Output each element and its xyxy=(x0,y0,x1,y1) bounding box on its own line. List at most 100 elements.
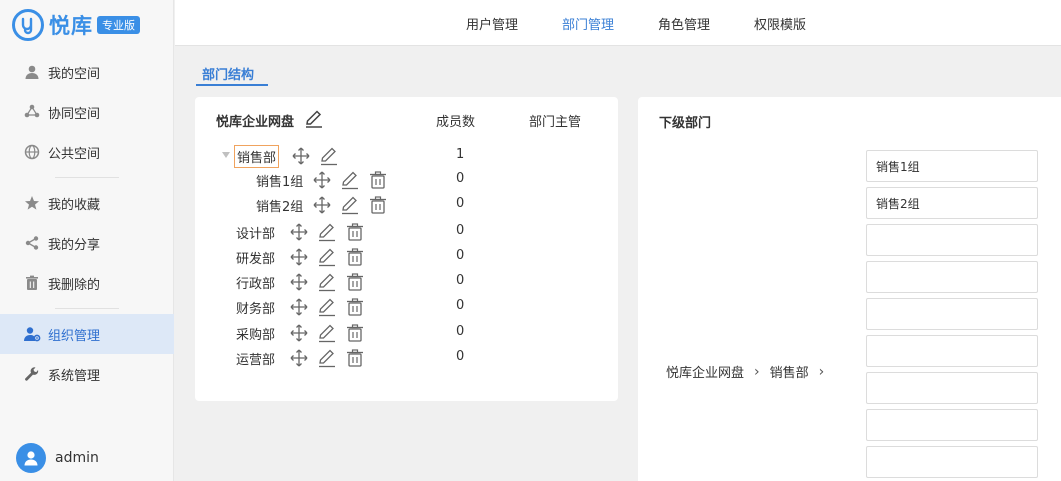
move-icon[interactable] xyxy=(289,323,309,343)
org-user-icon xyxy=(23,325,41,343)
row-actions xyxy=(289,323,373,343)
sidebar-item-label: 公共空间 xyxy=(48,146,101,162)
delete-icon[interactable] xyxy=(345,323,365,343)
dept-row[interactable]: 销售部 xyxy=(234,144,347,168)
subdept-name-input[interactable] xyxy=(866,409,1038,441)
subdept-name-input[interactable] xyxy=(866,150,1038,182)
tab-user-management[interactable]: 用户管理 xyxy=(466,14,518,33)
trash-icon xyxy=(23,274,41,292)
move-icon[interactable] xyxy=(289,272,309,292)
sidebar-item-org-management[interactable]: 组织管理 xyxy=(0,314,174,354)
star-icon xyxy=(23,194,41,212)
move-icon[interactable] xyxy=(289,348,309,368)
dept-name[interactable]: 销售1组 xyxy=(254,170,305,191)
member-count: 0 xyxy=(456,349,465,364)
row-actions xyxy=(289,297,373,317)
dept-name[interactable]: 运营部 xyxy=(234,348,277,369)
sidebar-nav: 我的空间 协同空间 公共空间 我的收藏 我的分享 我删除的 组织管理 系统管理 xyxy=(0,52,174,394)
move-icon[interactable] xyxy=(289,222,309,242)
chevron-right-icon: › xyxy=(754,363,760,380)
col-manager-header: 部门主管 xyxy=(529,115,582,130)
dept-row[interactable]: 销售2组 xyxy=(254,194,396,216)
dept-name[interactable]: 采购部 xyxy=(234,323,277,344)
sidebar-item-deleted[interactable]: 我删除的 xyxy=(0,263,174,303)
subtab-dept-structure[interactable]: 部门结构 xyxy=(202,64,254,83)
sidebar-item-label: 我的收藏 xyxy=(48,197,101,213)
top-tabs: 用户管理 部门管理 角色管理 权限模版 xyxy=(175,0,1061,46)
divider xyxy=(55,308,119,309)
tab-role-management[interactable]: 角色管理 xyxy=(658,14,710,33)
edit-icon[interactable] xyxy=(319,146,339,166)
sidebar-item-system-management[interactable]: 系统管理 xyxy=(0,354,174,394)
dept-row[interactable]: 财务部 xyxy=(234,296,373,318)
row-actions xyxy=(312,170,396,190)
logo[interactable]: 悦库 专业版 xyxy=(12,8,140,42)
move-icon[interactable] xyxy=(289,297,309,317)
member-count: 0 xyxy=(456,196,465,211)
edit-icon[interactable] xyxy=(317,222,337,242)
sidebar-item-favorites[interactable]: 我的收藏 xyxy=(0,183,174,223)
dept-row[interactable]: 运营部 xyxy=(234,347,373,369)
edit-root-icon[interactable] xyxy=(304,109,324,133)
delete-icon[interactable] xyxy=(368,195,388,215)
dept-row[interactable]: 研发部 xyxy=(234,246,373,268)
dept-name[interactable]: 销售2组 xyxy=(254,195,305,216)
dept-row[interactable]: 销售1组 xyxy=(254,169,396,191)
edit-icon[interactable] xyxy=(317,323,337,343)
dept-name[interactable]: 行政部 xyxy=(234,272,277,293)
move-icon[interactable] xyxy=(312,170,332,190)
subdept-name-input[interactable] xyxy=(866,446,1038,478)
tab-dept-management[interactable]: 部门管理 xyxy=(562,14,614,33)
member-count: 0 xyxy=(456,298,465,313)
delete-icon[interactable] xyxy=(345,297,365,317)
delete-icon[interactable] xyxy=(368,170,388,190)
logo-mark-icon xyxy=(12,9,44,41)
divider xyxy=(55,177,119,178)
subdept-name-input[interactable] xyxy=(866,335,1038,367)
member-count: 0 xyxy=(456,171,465,186)
subdept-name-input[interactable] xyxy=(866,187,1038,219)
dept-row[interactable]: 行政部 xyxy=(234,271,373,293)
row-actions xyxy=(289,247,373,267)
member-count: 0 xyxy=(456,223,465,238)
tree-collapse-caret-icon[interactable] xyxy=(222,152,230,158)
person-icon xyxy=(23,63,41,81)
move-icon[interactable] xyxy=(312,195,332,215)
subdept-name-input[interactable] xyxy=(866,224,1038,256)
subdept-name-input[interactable] xyxy=(866,261,1038,293)
move-icon[interactable] xyxy=(289,247,309,267)
edit-icon[interactable] xyxy=(340,170,360,190)
delete-icon[interactable] xyxy=(345,348,365,368)
subdept-title: 下级部门 xyxy=(659,116,712,131)
dept-row[interactable]: 采购部 xyxy=(234,322,373,344)
sidebar-item-label: 组织管理 xyxy=(48,328,101,344)
edit-icon[interactable] xyxy=(317,348,337,368)
dept-name[interactable]: 财务部 xyxy=(234,297,277,318)
dept-name[interactable]: 设计部 xyxy=(234,222,277,243)
sidebar-item-collab-space[interactable]: 协同空间 xyxy=(0,92,174,132)
edit-icon[interactable] xyxy=(317,247,337,267)
breadcrumb-item[interactable]: 销售部 xyxy=(770,362,809,381)
sidebar-item-shares[interactable]: 我的分享 xyxy=(0,223,174,263)
tab-permission-templates[interactable]: 权限模版 xyxy=(754,14,806,33)
sidebar-item-label: 我的分享 xyxy=(48,237,101,253)
dept-row[interactable]: 设计部 xyxy=(234,221,373,243)
edit-icon[interactable] xyxy=(340,195,360,215)
subdept-name-input[interactable] xyxy=(866,298,1038,330)
edit-icon[interactable] xyxy=(317,272,337,292)
share-icon xyxy=(23,234,41,252)
delete-icon[interactable] xyxy=(345,247,365,267)
sidebar: 悦库 专业版 我的空间 协同空间 公共空间 我的收藏 我的分享 我删除的 组织管… xyxy=(0,0,174,481)
sidebar-item-my-space[interactable]: 我的空间 xyxy=(0,52,174,92)
user-profile[interactable]: admin xyxy=(16,443,99,473)
delete-icon[interactable] xyxy=(345,222,365,242)
dept-name[interactable]: 销售部 xyxy=(234,144,280,168)
breadcrumb-item[interactable]: 悦库企业网盘 xyxy=(666,362,744,381)
sidebar-item-public-space[interactable]: 公共空间 xyxy=(0,132,174,172)
delete-icon[interactable] xyxy=(345,272,365,292)
dept-name[interactable]: 研发部 xyxy=(234,247,277,268)
subdept-name-input[interactable] xyxy=(866,372,1038,404)
move-icon[interactable] xyxy=(291,146,311,166)
edit-icon[interactable] xyxy=(317,297,337,317)
globe-icon xyxy=(23,143,41,161)
